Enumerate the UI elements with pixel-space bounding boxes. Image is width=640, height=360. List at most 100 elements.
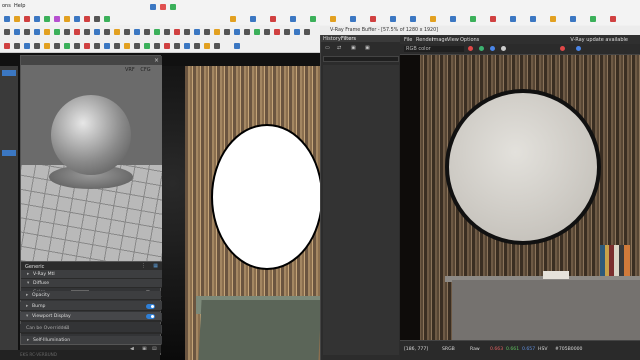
tool-icon[interactable] (214, 29, 220, 35)
mono-channel-icon[interactable] (501, 46, 506, 51)
tab-filters[interactable]: Filters (341, 36, 356, 42)
tool-icon[interactable] (144, 29, 150, 35)
green-channel-icon[interactable] (479, 46, 484, 51)
tool-icon[interactable] (74, 43, 80, 49)
tool-icon[interactable] (44, 16, 50, 22)
tray-tab[interactable] (2, 150, 16, 156)
tool-icon[interactable] (64, 16, 70, 22)
tool-icon[interactable] (174, 29, 180, 35)
tool-icon[interactable] (94, 16, 100, 22)
toolbar-icon[interactable] (150, 4, 156, 10)
tool-icon[interactable] (84, 29, 90, 35)
tool-icon[interactable] (14, 43, 20, 49)
tool-icon[interactable] (590, 16, 596, 22)
tool-icon[interactable] (204, 43, 210, 49)
tool-icon[interactable] (274, 29, 280, 35)
generic-section-bar[interactable]: Generic ⋮ ▦ (21, 261, 162, 270)
tool-icon[interactable] (184, 43, 190, 49)
preview-option-vrf[interactable]: VRF (125, 67, 135, 73)
update-notice[interactable]: V-Ray update available (570, 37, 628, 43)
tool-icon[interactable] (104, 16, 110, 22)
tool-icon[interactable] (390, 16, 396, 22)
material-preview[interactable]: VRF CFG (21, 65, 162, 261)
tool-icon[interactable] (154, 43, 160, 49)
tool-icon[interactable] (84, 43, 90, 49)
preview-option-cfg[interactable]: CFG (140, 67, 150, 73)
tool-icon[interactable] (104, 29, 110, 35)
override-checkbox[interactable]: ☑ (65, 324, 69, 333)
image-icon[interactable]: ▣ (351, 45, 356, 51)
tool-icon[interactable] (144, 43, 150, 49)
tool-icon[interactable] (24, 43, 30, 49)
blue-channel-icon[interactable] (490, 46, 495, 51)
toolbar-icon[interactable] (160, 4, 166, 10)
tool-icon[interactable] (94, 43, 100, 49)
tool-icon[interactable] (134, 43, 140, 49)
tool-icon[interactable] (610, 16, 616, 22)
save-icon[interactable]: ▭ (325, 45, 330, 51)
vfb-menu-view[interactable]: View (447, 37, 459, 43)
tool-icon[interactable] (230, 16, 236, 22)
tool-icon[interactable] (54, 16, 60, 22)
editor-titlebar[interactable]: × (21, 56, 162, 65)
vfb-layer-list[interactable] (323, 65, 399, 355)
red-channel-icon[interactable] (468, 46, 473, 51)
tool-icon[interactable] (194, 43, 200, 49)
tool-icon[interactable] (450, 16, 456, 22)
tool-icon[interactable] (294, 29, 300, 35)
tool-icon[interactable] (550, 16, 556, 22)
tool-icon[interactable] (530, 16, 536, 22)
tool-icon[interactable] (124, 29, 130, 35)
opacity-section[interactable]: ▸ Opacity (20, 291, 161, 300)
bump-toggle[interactable] (146, 304, 155, 309)
channel-select[interactable]: RGB color (404, 46, 464, 52)
tool-icon[interactable] (44, 43, 50, 49)
tool-icon[interactable] (134, 29, 140, 35)
tool-icon[interactable] (154, 29, 160, 35)
tool-icon[interactable] (174, 43, 180, 49)
tool-icon[interactable] (64, 29, 70, 35)
tool-icon[interactable] (54, 43, 60, 49)
tool-icon[interactable] (34, 29, 40, 35)
vfb-menu-options[interactable]: Options (460, 37, 479, 43)
tool-icon[interactable] (290, 16, 296, 22)
tool-icon[interactable] (270, 16, 276, 22)
tool-icon[interactable] (24, 16, 30, 22)
tool-icon[interactable] (24, 29, 30, 35)
vfb-menu-file[interactable]: File (404, 37, 412, 43)
tool-icon[interactable] (430, 16, 436, 22)
tool-icon[interactable] (64, 43, 70, 49)
tool-icon[interactable] (184, 29, 190, 35)
tool-icon[interactable] (304, 29, 310, 35)
tool-icon[interactable] (510, 16, 516, 22)
preview-options[interactable]: VRF CFG (125, 67, 161, 75)
tool-icon[interactable] (4, 43, 10, 49)
menu-item[interactable]: ons (2, 3, 11, 9)
vfb-menu-image[interactable]: Image (432, 37, 448, 43)
tool-icon[interactable] (204, 29, 210, 35)
vfb-titlebar[interactable]: V-Ray Frame Buffer - [57.5% of 1280 x 19… (320, 26, 640, 35)
tool-icon[interactable] (104, 43, 110, 49)
tool-icon[interactable] (310, 16, 316, 22)
tool-icon[interactable] (234, 29, 240, 35)
tool-icon[interactable] (244, 29, 250, 35)
tool-icon[interactable] (250, 16, 256, 22)
tool-icon[interactable] (284, 29, 290, 35)
tool-icon[interactable] (14, 16, 20, 22)
tool-icon[interactable] (410, 16, 416, 22)
tool-icon[interactable] (264, 29, 270, 35)
tool-icon[interactable] (124, 43, 130, 49)
tab-history[interactable]: History (323, 36, 341, 42)
vfb-search-field[interactable] (323, 56, 399, 62)
tool-icon[interactable] (114, 43, 120, 49)
tool-icon[interactable] (370, 16, 376, 22)
tool-icon[interactable] (34, 16, 40, 22)
tool-icon[interactable] (490, 16, 496, 22)
vray-mtl-row[interactable]: ▸ V-Ray Mtl (21, 270, 162, 279)
tool-icon[interactable] (194, 29, 200, 35)
tool-icon[interactable] (254, 29, 260, 35)
diffuse-section[interactable]: ▾ Diffuse (21, 279, 162, 288)
tool-icon[interactable] (164, 29, 170, 35)
compare-icon[interactable]: ⇄ (337, 45, 341, 51)
tool-icon[interactable] (164, 43, 170, 49)
